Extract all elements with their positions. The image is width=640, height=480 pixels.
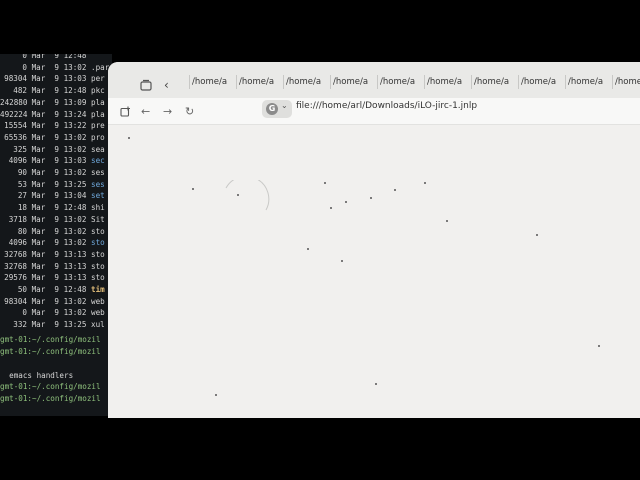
browser-tab[interactable]: /home/a <box>568 77 614 87</box>
terminal-line: 325 Mar 9 13:02 sea <box>13 144 105 154</box>
url-input[interactable]: file:///home/arl/Downloads/iLO-jirc-1.jn… <box>296 101 477 111</box>
new-tab-icon[interactable] <box>120 106 131 117</box>
loading-spinner-icon <box>225 180 270 211</box>
terminal-line: 0 Mar 9 13:02 .parentlock <box>22 62 112 72</box>
tab-overview-icon[interactable] <box>140 79 152 91</box>
tab-scroll-left-icon[interactable]: ‹ <box>164 78 169 92</box>
tab-separator <box>471 75 472 89</box>
tab-separator <box>377 75 378 89</box>
terminal-line: 15554 Mar 9 13:22 pre <box>4 121 105 131</box>
browser-tab[interactable]: /home/a <box>521 77 567 87</box>
terminal-line: 242880 Mar 9 13:09 pla <box>0 97 105 107</box>
tab-separator <box>612 75 613 89</box>
google-icon: G <box>266 103 278 115</box>
terminal-line: 29576 Mar 9 13:13 sto <box>4 273 105 283</box>
screen-bezel <box>0 418 640 480</box>
terminal-line: 4096 Mar 9 13:03 sec <box>8 156 105 166</box>
browser-window: ‹ /home/a/home/a/home/a/home/a/home/a/ho… <box>108 62 640 418</box>
browser-tab[interactable]: /home/a <box>192 77 238 87</box>
browser-tab[interactable]: /home/a <box>333 77 379 87</box>
terminal-command-line: emacs handlers <box>0 371 74 380</box>
terminal-line: 4096 Mar 9 13:02 sto <box>8 238 105 248</box>
terminal-prompt-line: gmt-01:~/.config/mozil <box>0 347 101 356</box>
terminal-line: 3718 Mar 9 13:02 Sit <box>8 214 105 224</box>
tab-bar: ‹ /home/a/home/a/home/a/home/a/home/a/ho… <box>108 62 640 98</box>
tab-separator <box>236 75 237 89</box>
terminal-line: 65536 Mar 9 13:02 pro <box>4 132 105 142</box>
terminal-line: 98304 Mar 9 13:03 per <box>4 74 105 84</box>
tab-separator <box>565 75 566 89</box>
terminal-line: 32768 Mar 9 13:13 sto <box>4 261 105 271</box>
forward-icon[interactable]: → <box>163 105 172 118</box>
terminal-line: 53 Mar 9 13:25 ses <box>17 179 105 189</box>
terminal-line: 18 Mar 9 12:48 shi <box>17 203 105 213</box>
terminal-line: 0 Mar 9 12:48 <box>22 54 87 60</box>
terminal-prompt-line: gmt-01:~/.config/mozil <box>0 335 101 344</box>
reload-icon[interactable]: ↻ <box>185 105 194 118</box>
chevron-down-icon: ⌄ <box>281 101 288 110</box>
terminal-line: 27 Mar 9 13:04 set <box>17 191 105 201</box>
terminal-line: 98304 Mar 9 13:02 web <box>4 296 105 306</box>
terminal-line: 332 Mar 9 13:25 xul <box>13 320 105 330</box>
terminal-prompt-line: gmt-01:~/.config/mozil <box>0 382 101 391</box>
back-icon[interactable]: ← <box>141 105 150 118</box>
browser-tab[interactable]: /home/a <box>286 77 332 87</box>
terminal-line: 32768 Mar 9 13:13 sto <box>4 249 105 259</box>
search-engine-button[interactable]: G ⌄ <box>262 100 292 118</box>
terminal-line: 50 Mar 9 12:48 tim <box>17 285 105 294</box>
terminal-line: 80 Mar 9 13:02 sto <box>17 226 105 236</box>
page-content[interactable] <box>108 125 640 418</box>
terminal-line: 482 Mar 9 12:48 pkc <box>13 86 105 96</box>
terminal-line: 90 Mar 9 13:02 ses <box>17 168 105 177</box>
terminal-prompt-line: gmt-01:~/.config/mozil <box>0 394 101 403</box>
browser-tab[interactable]: /home/a <box>239 77 285 87</box>
terminal-line: 0 Mar 9 13:02 web <box>22 308 105 318</box>
tab-separator <box>283 75 284 89</box>
tab-separator <box>424 75 425 89</box>
terminal-line: 492224 Mar 9 13:24 pla <box>0 109 105 119</box>
terminal-window[interactable]: 0 Mar 9 12:48 0 Mar 9 13:02 .parentlock 9… <box>0 54 112 416</box>
browser-tab[interactable]: /home/a <box>380 77 426 87</box>
browser-tab[interactable]: /home/a <box>474 77 520 87</box>
browser-tab[interactable]: /home/ <box>615 77 640 87</box>
tab-separator <box>189 75 190 89</box>
tab-separator <box>518 75 519 89</box>
tab-separator <box>330 75 331 89</box>
browser-tab[interactable]: /home/a <box>427 77 473 87</box>
